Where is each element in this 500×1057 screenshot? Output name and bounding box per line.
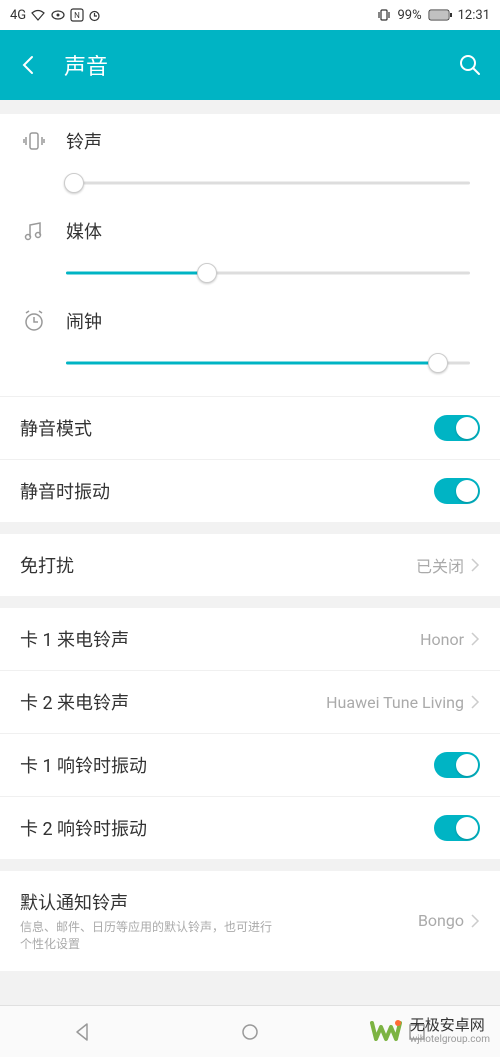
media-slider[interactable]	[66, 258, 470, 288]
sim2-vibrate-ring-row[interactable]: 卡 2 响铃时振动	[0, 797, 500, 859]
ringtone-label: 铃声	[66, 128, 102, 154]
svg-text:N: N	[74, 11, 80, 20]
signal-icon: 4G	[10, 8, 26, 23]
vibrate-silent-toggle[interactable]	[434, 478, 480, 504]
volume-section: 铃声 媒体 闹钟	[0, 114, 500, 396]
silent-mode-toggle[interactable]	[434, 415, 480, 441]
vibrate-silent-label: 静音时振动	[20, 478, 110, 504]
status-right: 99% 12:31	[377, 8, 490, 23]
sim1-vibrate-ring-label: 卡 1 响铃时振动	[20, 752, 147, 778]
silent-section: 静音模式 静音时振动	[0, 396, 500, 522]
alarm-icon	[20, 309, 48, 333]
battery-icon	[428, 9, 452, 21]
alarm-slider-row: 闹钟	[0, 294, 500, 396]
ringtone-slider-row: 铃声	[0, 114, 500, 204]
nav-back-icon[interactable]	[53, 1012, 113, 1052]
sim2-ringtone-value: Huawei Tune Living	[326, 693, 464, 712]
media-slider-row: 媒体	[0, 204, 500, 294]
sim1-ringtone-value: Honor	[420, 630, 464, 649]
sim1-ringtone-row[interactable]: 卡 1 来电铃声 Honor	[0, 608, 500, 671]
app-bar: 声音	[0, 30, 500, 100]
watermark-url: wjhotelgroup.com	[410, 1034, 490, 1046]
sim2-vibrate-ring-toggle[interactable]	[434, 815, 480, 841]
page-title: 声音	[64, 49, 108, 81]
silent-mode-row[interactable]: 静音模式	[0, 397, 500, 460]
nfc-icon: N	[70, 8, 84, 22]
chevron-right-icon	[470, 557, 480, 573]
alarm-slider[interactable]	[66, 348, 470, 378]
alarm-label: 闹钟	[66, 308, 102, 334]
vibrate-icon	[377, 8, 391, 22]
media-label: 媒体	[66, 218, 102, 244]
watermark-title: 无极安卓网	[410, 1016, 490, 1034]
dnd-row[interactable]: 免打扰 已关闭	[0, 534, 500, 596]
status-bar: 4G N 99% 12:31	[0, 0, 500, 30]
default-notification-subtitle: 信息、邮件、日历等应用的默认铃声，也可进行个性化设置	[20, 919, 280, 953]
dnd-section: 免打扰 已关闭	[0, 534, 500, 596]
default-notification-value: Bongo	[418, 911, 464, 930]
dnd-label: 免打扰	[20, 552, 74, 578]
sim1-vibrate-ring-toggle[interactable]	[434, 752, 480, 778]
default-notification-row[interactable]: 默认通知铃声 信息、邮件、日历等应用的默认铃声，也可进行个性化设置 Bongo	[0, 871, 500, 971]
sim1-ringtone-label: 卡 1 来电铃声	[20, 626, 129, 652]
nav-home-icon[interactable]	[220, 1012, 280, 1052]
chevron-right-icon	[470, 694, 480, 710]
status-left: 4G N	[10, 8, 101, 23]
wifi-icon	[30, 9, 46, 21]
ringtone-slider[interactable]	[66, 168, 470, 198]
sim-section: 卡 1 来电铃声 Honor 卡 2 来电铃声 Huawei Tune Livi…	[0, 608, 500, 859]
eye-icon	[50, 9, 66, 21]
back-icon[interactable]	[18, 54, 40, 76]
music-icon	[20, 219, 48, 243]
clock-time: 12:31	[458, 8, 490, 23]
sim1-vibrate-ring-row[interactable]: 卡 1 响铃时振动	[0, 734, 500, 797]
chevron-right-icon	[470, 913, 480, 929]
sim2-ringtone-row[interactable]: 卡 2 来电铃声 Huawei Tune Living	[0, 671, 500, 734]
sim2-ringtone-label: 卡 2 来电铃声	[20, 689, 129, 715]
watermark: 无极安卓网 wjhotelgroup.com	[368, 1013, 490, 1049]
battery-percent: 99%	[397, 8, 421, 23]
search-icon[interactable]	[458, 53, 482, 77]
default-notification-label: 默认通知铃声	[20, 889, 280, 915]
silent-mode-label: 静音模式	[20, 415, 92, 441]
vibrate-icon	[20, 129, 48, 153]
notification-section: 默认通知铃声 信息、邮件、日历等应用的默认铃声，也可进行个性化设置 Bongo	[0, 871, 500, 971]
watermark-logo-icon	[368, 1013, 404, 1049]
dnd-value: 已关闭	[416, 553, 464, 577]
sim2-vibrate-ring-label: 卡 2 响铃时振动	[20, 815, 147, 841]
alarm-small-icon	[88, 9, 101, 22]
vibrate-silent-row[interactable]: 静音时振动	[0, 460, 500, 522]
chevron-right-icon	[470, 631, 480, 647]
